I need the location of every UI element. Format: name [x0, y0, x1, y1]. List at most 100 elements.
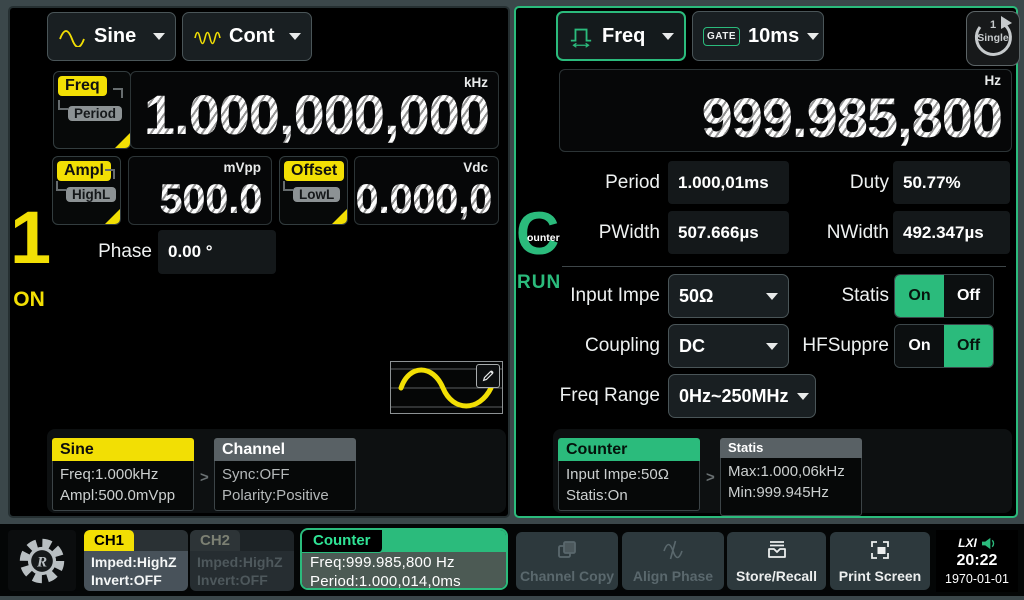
offset-value: 0.000,0: [355, 175, 492, 223]
ch1-status-block[interactable]: CH1 Imped:HighZ Invert:OFF: [84, 530, 188, 591]
gate-badge: GATE: [703, 27, 740, 46]
tab-title: Channel: [214, 438, 356, 461]
input-impedance-label: Input Impe: [536, 274, 660, 318]
chevron-down-icon: [289, 33, 301, 40]
tab-counter-summary[interactable]: Counter Input Impe:50Ω Statis:On: [558, 438, 700, 511]
single-count: 1: [967, 19, 1019, 31]
print-screen-icon: [868, 538, 892, 562]
counter-panel: C ounter RUN Freq GATE 10ms 1 Single Hz …: [514, 6, 1018, 518]
phase-label: Phase: [88, 230, 152, 274]
corner-mark: [113, 88, 123, 98]
offset-key-label: Offset: [284, 161, 344, 181]
tab-line: Min:999.945Hz: [728, 482, 861, 503]
amplitude-value: 500.0: [159, 175, 262, 223]
system-menu-button[interactable]: R: [8, 530, 76, 591]
clock-date: 1970-01-01: [936, 572, 1018, 586]
coupling-value: DC: [679, 336, 705, 357]
hf-suppress-label: HFSuppre: [766, 324, 889, 368]
counter-tab-label: Counter: [302, 530, 384, 553]
amplitude-unit: mVpp: [223, 160, 261, 175]
hf-suppress-on-option[interactable]: On: [895, 325, 944, 367]
status-area: LXI 20:22 1970-01-01: [936, 530, 1018, 592]
nwidth-label: NWidth: [766, 211, 889, 255]
lowl-alt-label: LowL: [293, 187, 340, 202]
ch1-tab-label: CH1: [84, 530, 134, 551]
freq-range-value: 0Hz~250MHz: [679, 386, 789, 407]
chevron-down-icon: [797, 393, 809, 400]
tab-channel-summary[interactable]: Channel Sync:OFF Polarity:Positive: [214, 438, 356, 511]
duty-value: 50.77%: [893, 161, 1010, 204]
statis-label: Statis: [766, 274, 889, 318]
bottom-bar: R CH1 Imped:HighZ Invert:OFF CH2 Imped:H…: [0, 524, 1024, 596]
touch-edit-corner-icon: [104, 208, 121, 225]
align-phase-button[interactable]: Align Phase: [622, 532, 724, 590]
mode-dropdown[interactable]: Cont: [182, 12, 312, 61]
pwidth-label: PWidth: [536, 211, 660, 255]
clock-time: 20:22: [936, 552, 1018, 570]
tab-title: Statis: [720, 438, 862, 458]
gate-time-dropdown[interactable]: GATE 10ms: [692, 11, 824, 61]
ch2-tab-label: CH2: [190, 530, 240, 551]
button-label: Store/Recall: [727, 568, 826, 584]
single-trigger-button[interactable]: 1 Single: [966, 11, 1020, 66]
tab-sine-summary[interactable]: Sine Freq:1.000kHz Ampl:500.0mVpp: [52, 438, 194, 511]
statis-toggle[interactable]: On Off: [894, 274, 994, 318]
touch-edit-corner-icon: [114, 132, 131, 149]
coupling-label: Coupling: [536, 324, 660, 368]
measure-type-dropdown[interactable]: Freq: [556, 11, 686, 61]
counter-info-area: Counter Input Impe:50Ω Statis:On > Stati…: [553, 429, 1012, 513]
ampl-param-selector[interactable]: Ampl HighL: [52, 156, 121, 225]
statis-on-option[interactable]: On: [895, 275, 944, 317]
print-screen-button[interactable]: Print Screen: [830, 532, 930, 590]
period-alt-label: Period: [68, 106, 122, 121]
gate-time-value: 10ms: [748, 25, 799, 48]
button-label: Align Phase: [622, 568, 724, 584]
ch2-status-block[interactable]: CH2 Imped:HighZ Invert:OFF: [190, 530, 294, 591]
sine-wave-icon: [58, 27, 86, 47]
offset-display[interactable]: Vdc 0.000,0: [354, 156, 499, 225]
counter-status-block[interactable]: Counter Freq:999.985,800 Hz Period:1.000…: [300, 528, 508, 590]
ch1-line: Invert:OFF: [91, 571, 188, 589]
frequency-display[interactable]: kHz 1.000,000,000: [130, 71, 499, 149]
mode-value: Cont: [229, 25, 275, 48]
period-label: Period: [536, 161, 660, 205]
channel1-info-area: Sine Freq:1.000kHz Ampl:500.0mVpp > Chan…: [47, 429, 506, 513]
offset-unit: Vdc: [463, 160, 488, 175]
waveform-preview[interactable]: [390, 361, 503, 414]
corner-mark: [56, 181, 66, 191]
statis-off-option[interactable]: Off: [944, 275, 993, 317]
nwidth-value: 492.347µs: [893, 211, 1010, 254]
store-recall-button[interactable]: Store/Recall: [727, 532, 826, 590]
freq-param-selector[interactable]: Freq Period: [53, 71, 131, 149]
pulse-width-icon: [568, 24, 594, 48]
button-label: Channel Copy: [516, 568, 618, 584]
tab-line: Sync:OFF: [222, 464, 355, 485]
touch-edit-corner-icon: [331, 208, 348, 225]
continuous-wave-icon: [193, 27, 221, 47]
amplitude-display[interactable]: mVpp 500.0: [128, 156, 272, 225]
chevron-down-icon: [807, 33, 819, 40]
highl-alt-label: HighL: [66, 187, 116, 202]
tab-line: Polarity:Positive: [222, 485, 355, 506]
tab-separator-chevron: >: [200, 469, 209, 486]
offset-param-selector[interactable]: Offset LowL: [279, 156, 348, 225]
copy-icon: [555, 538, 579, 562]
tab-statis-summary[interactable]: Statis Max:1.000,06kHz Min:999.945Hz: [720, 438, 862, 516]
corner-mark: [283, 181, 293, 191]
tab-title: Sine: [52, 438, 194, 461]
svg-text:R: R: [36, 553, 47, 570]
hf-suppress-toggle[interactable]: On Off: [894, 324, 994, 368]
waveform-dropdown[interactable]: Sine: [47, 12, 176, 61]
phase-value[interactable]: 0.00 °: [158, 230, 276, 274]
channel-copy-button[interactable]: Channel Copy: [516, 532, 618, 590]
tab-title: Counter: [558, 438, 700, 461]
frequency-value: 1.000,000,000: [144, 82, 489, 147]
freq-range-dropdown[interactable]: 0Hz~250MHz: [668, 374, 816, 418]
counter-line: Freq:999.985,800 Hz: [310, 553, 506, 572]
freq-range-label: Freq Range: [536, 374, 660, 418]
freq-key-label: Freq: [58, 76, 107, 96]
chevron-down-icon: [662, 33, 674, 40]
corner-mark: [105, 169, 115, 179]
edit-waveform-button[interactable]: [476, 364, 500, 388]
hf-suppress-off-option[interactable]: Off: [944, 325, 993, 367]
